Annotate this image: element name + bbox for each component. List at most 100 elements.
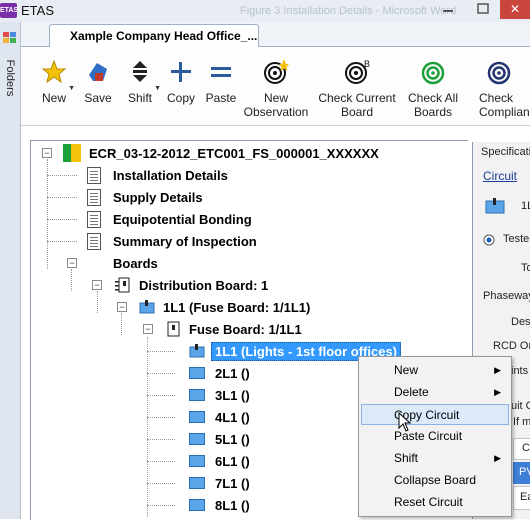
tree-item-supply-details[interactable]: Supply Details: [87, 187, 203, 207]
tree-guide-line: [147, 461, 175, 462]
tree-item-label: 8L1 (): [215, 497, 250, 513]
folders-sidebar[interactable]: Folders: [0, 22, 21, 519]
minimize-button[interactable]: [430, 0, 466, 18]
menu-item-delete[interactable]: Delete ▶: [361, 382, 509, 403]
new-button[interactable]: New ▼: [33, 47, 75, 121]
menu-item-new[interactable]: New ▶: [361, 360, 509, 381]
submenu-arrow-icon: ▶: [494, 365, 501, 375]
tree-item-circuit[interactable]: 3L1 (): [189, 385, 250, 405]
equals-icon: [208, 59, 234, 85]
tree-item-circuit[interactable]: 4L1 (): [189, 407, 250, 427]
collapse-toggle[interactable]: −: [42, 148, 52, 158]
maximize-button[interactable]: [468, 0, 498, 18]
save-button[interactable]: Save: [81, 47, 115, 121]
tree-root[interactable]: ECR_03-12-2012_ETC001_FS_000001_XXXXXX: [63, 143, 379, 163]
grid-cell-text: PV: [519, 466, 530, 478]
check-current-board-button[interactable]: B Check Current Board: [317, 47, 397, 121]
tree-item-label: Summary of Inspection: [113, 233, 257, 249]
circuit-icon: [189, 389, 205, 401]
circuit-icon: [485, 198, 505, 214]
new-label: New: [41, 91, 66, 105]
observation-icon: [263, 59, 289, 85]
new-observation-line2: Observation: [243, 105, 309, 119]
tree-item-fuse-board-circuit[interactable]: 1L1 (Fuse Board: 1/1L1): [139, 297, 310, 317]
tree-guide-line: [47, 175, 77, 176]
document-tab-strip: Xample Company Head Office_...: [21, 22, 530, 47]
tree-item-boards[interactable]: Boards: [113, 253, 158, 273]
document-tab[interactable]: Xample Company Head Office_...: [49, 24, 259, 47]
circuit-icon: [189, 455, 205, 467]
points-label: ints: [511, 365, 529, 377]
check-all-line2: Boards: [413, 105, 453, 119]
check-compliance-line2: Compliance: [479, 105, 530, 119]
tree-item-label: 2L1 (): [215, 365, 250, 381]
distribution-board-icon: [115, 277, 130, 293]
new-observation-label: New Observation: [243, 91, 309, 119]
tree-item-label: Installation Details: [113, 167, 228, 183]
close-button[interactable]: ✕: [500, 0, 530, 19]
tree-item-installation-details[interactable]: Installation Details: [87, 165, 228, 185]
window-title: ETAS: [21, 3, 54, 18]
shift-dropdown-icon[interactable]: ▼: [154, 85, 161, 92]
tree-item-label: 3L1 (): [215, 387, 250, 403]
specification-tab[interactable]: Specificatio: [481, 146, 530, 158]
tree-item-fuse-board[interactable]: Fuse Board: 1/1L1: [165, 319, 302, 339]
tested-radio[interactable]: [483, 234, 495, 246]
tree-item-label: 4L1 (): [215, 409, 250, 425]
shift-button[interactable]: Shift ▼: [119, 47, 161, 121]
tree-item-label: 5L1 (): [215, 431, 250, 447]
collapse-toggle[interactable]: −: [143, 324, 153, 334]
tree-item-equipotential-bonding[interactable]: Equipotential Bonding: [87, 209, 252, 229]
check-compliance-icon: [486, 59, 512, 85]
menu-item-paste-circuit[interactable]: Paste Circuit: [361, 426, 509, 447]
menu-item-collapse-board[interactable]: Collapse Board: [361, 470, 509, 491]
tree-item-label: Boards: [113, 255, 158, 271]
folders-icon: [3, 30, 17, 44]
paste-button[interactable]: Paste: [203, 47, 239, 121]
tree-item-distribution-board[interactable]: Distribution Board: 1: [115, 275, 268, 295]
tree-guide-line: [147, 505, 175, 506]
tree-guide-line: [147, 337, 148, 517]
document-icon: [87, 166, 101, 184]
grid-cell[interactable]: Ea: [513, 486, 530, 510]
plus-icon: [168, 59, 194, 85]
rcd-label: RCD Or: [493, 340, 530, 352]
collapse-toggle[interactable]: −: [92, 280, 102, 290]
collapse-toggle[interactable]: −: [117, 302, 127, 312]
tree-guide-line: [121, 313, 122, 335]
tree-root-label: ECR_03-12-2012_ETC001_FS_000001_XXXXXX: [89, 145, 379, 161]
grid-row-selected[interactable]: PV: [513, 462, 530, 484]
tree-item-circuit[interactable]: 2L1 (): [189, 363, 250, 383]
new-observation-button[interactable]: New Observation: [243, 47, 309, 121]
tree-item-label: Distribution Board: 1: [139, 277, 269, 293]
tree-item-circuit[interactable]: 5L1 (): [189, 429, 250, 449]
tree-guide-line: [47, 241, 77, 242]
tree-item-circuit[interactable]: 6L1 (): [189, 451, 250, 471]
tree-guide-line: [147, 483, 175, 484]
to-label: To: [521, 262, 530, 274]
grid-cell[interactable]: C: [513, 438, 530, 460]
check-compliance-button[interactable]: Check Compliance: [467, 47, 530, 121]
ribbon-toolbar: New ▼ Save Shift ▼ Copy Paste New Observ…: [21, 47, 530, 126]
tree-guide-line: [147, 395, 175, 396]
description-label: Des: [511, 316, 530, 328]
collapse-toggle[interactable]: −: [67, 258, 77, 268]
shift-label: Shift: [127, 91, 152, 105]
tree-item-summary-of-inspection[interactable]: Summary of Inspection: [87, 231, 257, 251]
circuit-section-header[interactable]: Circuit: [483, 169, 517, 183]
grid-cell-text: Ea: [520, 491, 530, 503]
new-dropdown-icon[interactable]: ▼: [68, 85, 75, 92]
copy-button[interactable]: Copy: [163, 47, 199, 121]
background-window-title: Figure 3 Installation Details - Microsof…: [240, 5, 457, 17]
check-current-board-icon: B: [344, 59, 370, 85]
menu-item-copy-circuit[interactable]: Copy Circuit: [361, 404, 509, 425]
check-current-line1: Check Current: [318, 91, 396, 105]
menu-item-shift[interactable]: Shift ▶: [361, 448, 509, 469]
menu-item-reset-circuit[interactable]: Reset Circuit: [361, 492, 509, 513]
phaseway-label: Phaseway: [483, 290, 530, 302]
tested-radio-label: Teste: [503, 233, 530, 245]
tree-item-circuit[interactable]: 7L1 (): [189, 473, 250, 493]
grid-cell-text: C: [522, 442, 530, 454]
check-all-boards-button[interactable]: Check All Boards: [403, 47, 463, 121]
tree-item-circuit[interactable]: 8L1 (): [189, 495, 250, 515]
